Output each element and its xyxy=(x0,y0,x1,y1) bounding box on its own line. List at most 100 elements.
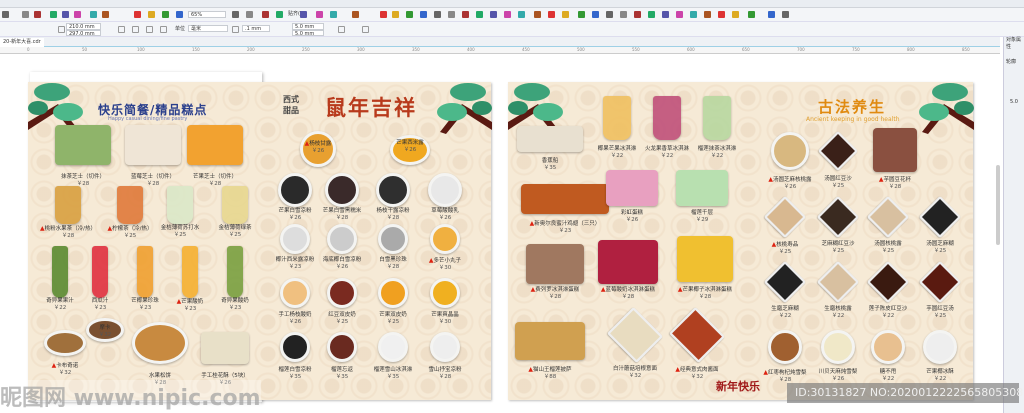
food-image xyxy=(428,173,462,207)
document-tab[interactable]: 20-新年大喜.cdr xyxy=(0,38,44,47)
toolbar-button-icon[interactable] xyxy=(704,11,711,18)
menu-item-name: 水果松饼 xyxy=(148,373,172,379)
toolbar-button-icon[interactable] xyxy=(448,11,455,18)
toolbar-button-icon[interactable] xyxy=(606,11,613,18)
toolbar-button-icon[interactable] xyxy=(534,11,541,18)
menu-item-name: 柠檬茶（冷/热） xyxy=(112,226,153,232)
toolbar-button-icon[interactable] xyxy=(476,11,483,18)
nudge-distance-field[interactable]: .1 mm xyxy=(242,25,270,32)
toolbar-button-icon[interactable] xyxy=(748,11,755,18)
menu-item: 川贝天麻炖雪梨 ￥26 xyxy=(819,369,858,383)
toolbar-button-icon[interactable] xyxy=(406,11,413,18)
toolbar-button-icon[interactable] xyxy=(392,11,399,18)
menu-item: 芒果白雪凉粉 ￥26 xyxy=(278,208,311,222)
toolbar-button-icon[interactable] xyxy=(74,11,81,18)
menu-item: 榴莲雪山冰淇淋 ￥35 xyxy=(374,367,413,381)
zoom-level-select[interactable]: 65% xyxy=(188,11,226,18)
toolbar-button-icon[interactable] xyxy=(592,11,599,18)
menu-item-name: 榴莲白雪凉粉 xyxy=(278,367,312,373)
menu-item: 杨枝干露凉粉 ￥28 xyxy=(376,208,409,222)
food-image xyxy=(923,330,957,364)
toolbar-button-icon[interactable] xyxy=(518,11,525,18)
toolbar-button-icon[interactable] xyxy=(380,11,387,18)
toolbar-button-icon[interactable] xyxy=(232,11,239,18)
toolbar-button-icon[interactable] xyxy=(352,11,359,18)
property-button-icon[interactable] xyxy=(118,26,125,33)
toolbar-button-icon[interactable] xyxy=(420,11,427,18)
toolbar-button-icon[interactable] xyxy=(662,11,669,18)
menu-item: 火龙果香草冰淇淋 ￥22 xyxy=(645,146,689,160)
toolbar-button-icon[interactable] xyxy=(462,11,469,18)
outline-section[interactable]: 轮廓 xyxy=(1006,59,1016,66)
menu-item-name: 椰果芒果冰淇淋 xyxy=(597,146,637,152)
food-image xyxy=(187,125,243,165)
menu-item: 金桔薄荷绿茶 ￥25 xyxy=(218,225,251,239)
toolbar-button-icon[interactable] xyxy=(102,11,109,18)
property-button-icon[interactable] xyxy=(132,26,139,33)
toolbar-button-icon[interactable] xyxy=(176,11,183,18)
menu-item: 奇异果果汁 ￥22 xyxy=(46,298,74,312)
toolbar-button-icon[interactable] xyxy=(316,11,323,18)
toolbar-button-icon[interactable] xyxy=(162,11,169,18)
property-button-icon[interactable] xyxy=(146,26,153,33)
property-button-icon[interactable] xyxy=(362,26,369,33)
toolbar-button-icon[interactable] xyxy=(22,11,29,18)
toolbar-button-icon[interactable] xyxy=(732,11,739,18)
toolbar-button-icon[interactable] xyxy=(782,11,789,18)
vertical-scrollbar[interactable] xyxy=(996,165,1000,245)
toolbar-button-icon[interactable] xyxy=(90,11,97,18)
menu-item-name: 经典意式肉酱面 xyxy=(680,367,719,373)
toolbar-button-icon[interactable] xyxy=(490,11,497,18)
outline-width[interactable]: 5.0 xyxy=(1010,99,1018,106)
property-button-icon[interactable] xyxy=(338,26,345,33)
toolbar-button-icon[interactable] xyxy=(50,11,57,18)
menu-item: 彩虹蛋糕 ￥26 xyxy=(621,210,643,224)
units-select[interactable]: 毫米 xyxy=(188,25,228,32)
toolbar-button-icon[interactable] xyxy=(562,11,569,18)
duplicate-x-field[interactable]: 5.0 mm xyxy=(292,23,324,30)
page-width-field[interactable]: 210.0 mm xyxy=(66,23,101,30)
toolbar-button-icon[interactable] xyxy=(246,11,253,18)
toolbar-button-icon[interactable] xyxy=(690,11,697,18)
food-image xyxy=(430,278,460,308)
menu-bar[interactable] xyxy=(0,0,1024,8)
menu-item-price: ￥22 xyxy=(710,153,724,159)
toolbar-button-icon[interactable] xyxy=(548,11,555,18)
toolbar-button-icon[interactable] xyxy=(148,11,155,18)
toolbar-button-icon[interactable] xyxy=(134,11,141,18)
property-button-icon[interactable] xyxy=(58,26,65,33)
toolbar-button-icon[interactable] xyxy=(768,11,775,18)
menu-item-name: 新奥尔良蜜汁鸡翅（三只） xyxy=(534,221,601,227)
toolbar-button-icon[interactable] xyxy=(634,11,641,18)
toolbar-button-icon[interactable] xyxy=(330,11,337,18)
menu-item-price: ￥23 xyxy=(93,305,107,311)
menu-item-name: 红枣枸杞炖雪梨 xyxy=(768,370,807,376)
toolbar-button-icon[interactable] xyxy=(718,11,725,18)
duplicate-y-field[interactable]: 5.0 mm xyxy=(292,30,324,37)
toolbar-button-icon[interactable] xyxy=(262,11,269,18)
menu-item-price: ￥25 xyxy=(933,313,947,319)
toolbar-button-icon[interactable] xyxy=(34,11,41,18)
food-image xyxy=(327,332,357,362)
menu-item-name: 蓝莓酸奶冰淇淋蛋糕 xyxy=(605,287,656,293)
toolbar-button-icon[interactable] xyxy=(578,11,585,18)
toolbar-button-icon[interactable] xyxy=(62,11,69,18)
toolbar-button-icon[interactable] xyxy=(300,11,307,18)
toolbar-button-icon[interactable] xyxy=(648,11,655,18)
menu-item-name: 芒果双皮奶 xyxy=(379,312,407,318)
page-height-field[interactable]: 297.0 mm xyxy=(66,30,101,37)
property-button-icon[interactable] xyxy=(232,26,239,33)
menu-item-name: 椰汁西米露凉粉 xyxy=(275,257,315,263)
toolbar-button-icon[interactable] xyxy=(434,11,441,18)
property-button-icon[interactable] xyxy=(160,26,167,33)
toolbar-button-icon[interactable] xyxy=(2,11,9,18)
horizontal-ruler[interactable] xyxy=(0,47,1000,54)
menu-item-name: 榴莲雪山冰淇淋 xyxy=(373,367,413,373)
food-image xyxy=(517,126,583,152)
toolbar-button-icon[interactable] xyxy=(620,11,627,18)
menu-item: 海底椰白雪凉粉 ￥26 xyxy=(323,257,362,271)
toolbar-button-icon[interactable] xyxy=(676,11,683,18)
menu-item-price: ￥28 xyxy=(438,374,452,380)
toolbar-button-icon[interactable] xyxy=(276,11,283,18)
toolbar-button-icon[interactable] xyxy=(504,11,511,18)
